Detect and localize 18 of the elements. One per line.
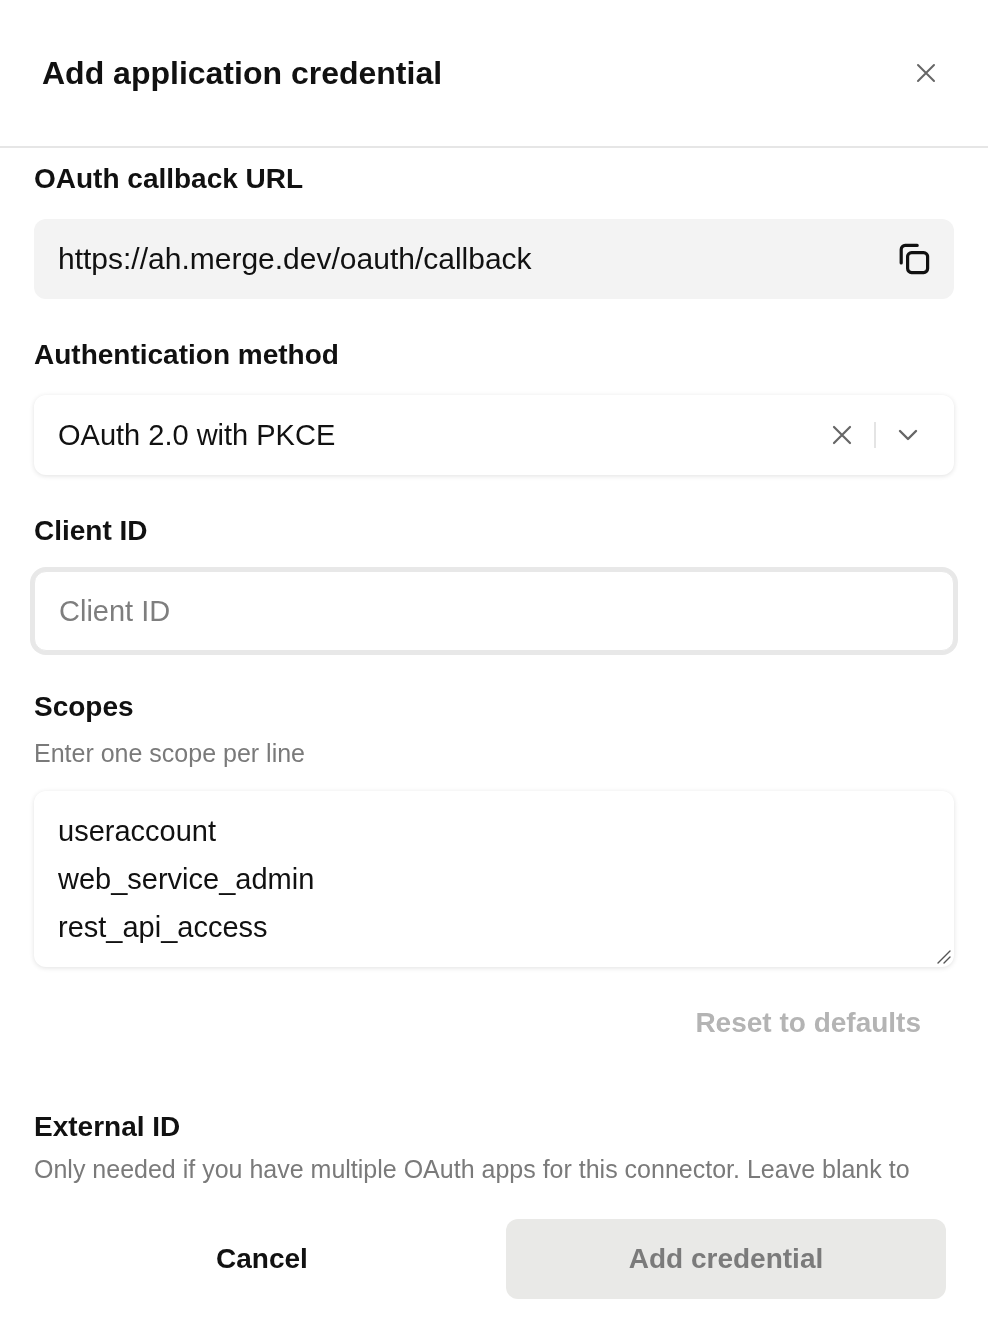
resize-handle-icon[interactable] bbox=[937, 950, 951, 964]
field-description: Only needed if you have multiple OAuth apps for this connector. Leave blank to bbox=[34, 1154, 910, 1184]
callback-url-text: https://ah.merge.dev/oauth/callback bbox=[58, 242, 532, 276]
field-label: OAuth callback URL bbox=[34, 164, 304, 194]
scopes-textarea[interactable]: useraccount web_service_admin rest_api_access bbox=[34, 791, 954, 967]
dialog-title: Add application credential bbox=[42, 54, 443, 92]
copy-icon[interactable] bbox=[898, 243, 930, 275]
field-label: Client ID bbox=[34, 516, 148, 546]
clear-icon[interactable] bbox=[832, 425, 852, 445]
field-label: Scopes bbox=[34, 692, 134, 722]
auth-method-select[interactable]: OAuth 2.0 with PKCE bbox=[34, 395, 954, 475]
close-icon[interactable] bbox=[916, 63, 936, 83]
chevron-down-icon[interactable] bbox=[898, 429, 918, 441]
field-label: Authentication method bbox=[34, 340, 339, 370]
field-label: External ID bbox=[34, 1112, 181, 1142]
client-id-input[interactable]: Client ID bbox=[34, 571, 954, 651]
field-hint: Enter one scope per line bbox=[34, 738, 305, 768]
cancel-button[interactable]: Cancel bbox=[42, 1219, 482, 1299]
